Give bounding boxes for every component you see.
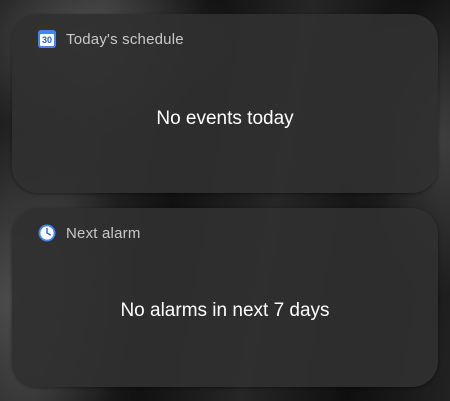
alarm-widget-title: Next alarm xyxy=(66,224,141,242)
schedule-widget-title: Today's schedule xyxy=(66,30,184,48)
schedule-widget-header: 30 Today's schedule xyxy=(38,28,184,50)
alarm-empty-message: No alarms in next 7 days xyxy=(120,300,330,321)
alarm-widget-header: Next alarm xyxy=(38,222,141,244)
calendar-icon: 30 xyxy=(38,30,56,48)
calendar-icon-date: 30 xyxy=(40,34,54,46)
schedule-widget[interactable]: 30 Today's schedule No events today xyxy=(12,14,438,193)
schedule-empty-message: No events today xyxy=(156,108,294,129)
alarm-widget[interactable]: Next alarm No alarms in next 7 days xyxy=(12,208,438,387)
clock-icon xyxy=(38,224,56,242)
